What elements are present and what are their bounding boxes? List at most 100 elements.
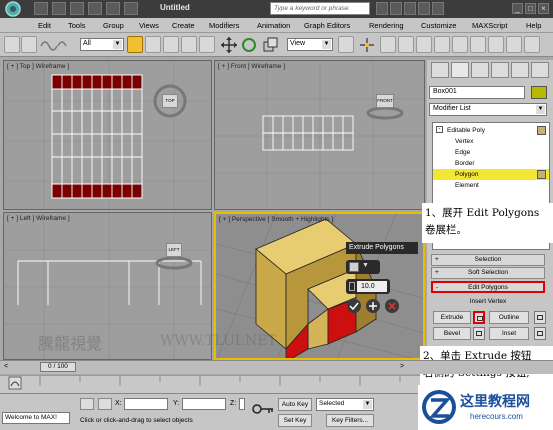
rotate-icon[interactable] (240, 36, 258, 54)
time-slider[interactable]: 0 / 100 (40, 362, 76, 372)
menu-group[interactable]: Group (103, 21, 124, 30)
viewcube-left[interactable]: LEFT (166, 243, 182, 257)
set-key-button[interactable]: Set Key (278, 414, 312, 427)
display-tab-icon[interactable] (511, 62, 529, 78)
collapse-icon[interactable]: - (436, 126, 443, 133)
angle-snap-icon[interactable] (416, 36, 432, 53)
viewport-top[interactable]: [ + ] Top ] Wireframe ] TOP (3, 60, 212, 210)
align-icon[interactable] (470, 36, 486, 53)
percent-snap-icon[interactable] (434, 36, 450, 53)
render-setup-icon[interactable] (506, 36, 522, 53)
arrow-left-icon[interactable]: < (4, 362, 34, 372)
object-color-swatch[interactable] (531, 86, 547, 99)
viewcube-top[interactable]: TOP (162, 94, 178, 108)
caddy-extrusion-type[interactable]: ▼ (346, 260, 380, 274)
selection-filter-dropdown[interactable]: All ▼ (80, 38, 124, 51)
create-tab-icon[interactable] (431, 62, 449, 78)
ok-icon[interactable] (347, 299, 361, 313)
help-search-input[interactable]: Type a keyword or phrase (270, 2, 370, 15)
search-icon[interactable] (376, 2, 388, 15)
menu-customize[interactable]: Customize (421, 21, 456, 30)
stack-element[interactable]: Element (433, 180, 549, 191)
region-select-icon[interactable] (163, 36, 179, 53)
favorites-icon[interactable] (418, 2, 430, 15)
redo-icon[interactable] (106, 2, 120, 15)
scale-icon[interactable] (262, 36, 280, 54)
window-crossing-icon[interactable] (181, 36, 197, 53)
stack-vertex[interactable]: Vertex (433, 136, 549, 147)
menu-graph-editors[interactable]: Graph Editors (304, 21, 350, 30)
pivot-center-icon[interactable] (338, 36, 354, 53)
reference-coordinate-dropdown[interactable]: View ▼ (287, 38, 333, 51)
extrude-settings-button[interactable] (473, 311, 485, 324)
project-folder-icon[interactable] (124, 2, 138, 15)
undo-icon[interactable] (88, 2, 102, 15)
render-icon[interactable] (524, 36, 540, 53)
utilities-tab-icon[interactable] (531, 62, 549, 78)
rollout-selection[interactable]: + Selection (431, 254, 545, 266)
stack-editable-poly[interactable]: Editable Poly (433, 125, 549, 136)
3dsmax-logo[interactable] (2, 1, 24, 17)
undo-icon[interactable] (4, 36, 20, 53)
menu-help[interactable]: Help (526, 21, 541, 30)
open-file-icon[interactable] (52, 2, 66, 15)
modifier-list-dropdown[interactable]: Modifier List ▼ (429, 103, 547, 116)
inset-settings-button[interactable] (534, 327, 546, 340)
menu-create[interactable]: Create (172, 21, 195, 30)
maximize-button[interactable]: □ (525, 3, 536, 14)
z-coordinate-field[interactable] (239, 398, 245, 410)
modify-tab-icon[interactable] (451, 62, 469, 78)
menu-edit[interactable]: Edit (38, 21, 51, 30)
move-icon[interactable] (220, 36, 238, 54)
subscription-icon[interactable] (390, 2, 402, 15)
key-icon[interactable] (252, 402, 274, 416)
chevron-down-icon[interactable]: ▼ (362, 262, 374, 272)
help-icon[interactable] (432, 2, 444, 15)
minimize-button[interactable]: _ (512, 3, 523, 14)
object-name-field[interactable]: Box001 (429, 86, 525, 99)
close-button[interactable]: × (538, 3, 549, 14)
inset-button[interactable]: Inset (489, 327, 529, 340)
hierarchy-tab-icon[interactable] (471, 62, 489, 78)
maxscript-listener[interactable]: Welcome to MAX! (2, 412, 70, 424)
viewport-label-top[interactable]: [ + ] Top ] Wireframe ] (7, 63, 69, 70)
mini-curve-editor-icon[interactable] (8, 376, 22, 390)
auto-key-button[interactable]: Auto Key (278, 398, 312, 411)
extrude-group-icon[interactable] (349, 262, 359, 272)
extrude-button[interactable]: Extrude (433, 311, 471, 324)
viewport-label-perspective[interactable]: [ + ] Perspective ] Smooth + Highlights … (219, 216, 333, 223)
menu-views[interactable]: Views (139, 21, 159, 30)
insert-vertex-button[interactable]: Insert Vertex (443, 296, 533, 309)
material-editor-icon[interactable] (488, 36, 504, 53)
bevel-button[interactable]: Bevel (433, 327, 471, 340)
rollout-edit-polygons[interactable]: - Edit Polygons (431, 281, 545, 293)
lock-selection-icon[interactable] (80, 398, 94, 410)
select-by-name-icon[interactable] (145, 36, 161, 53)
menu-tools[interactable]: Tools (68, 21, 86, 30)
new-file-icon[interactable] (34, 2, 48, 15)
x-coordinate-field[interactable] (124, 398, 168, 410)
select-object-icon[interactable] (127, 36, 143, 53)
snaps-toggle-icon[interactable] (398, 36, 414, 53)
link-unlink-icon[interactable] (38, 36, 74, 53)
absolute-mode-icon[interactable] (98, 398, 112, 410)
menu-modifiers[interactable]: Modifiers (209, 21, 239, 30)
viewcube-front[interactable]: FRONT (376, 94, 394, 108)
key-mode-dropdown[interactable]: Selected ▼ (316, 398, 374, 411)
mirror-icon[interactable] (452, 36, 468, 53)
arrow-right-icon[interactable]: > (400, 362, 414, 372)
outline-settings-button[interactable] (534, 311, 546, 324)
viewport-front[interactable]: [ + ] Front ] Wireframe ] FRONT (214, 60, 425, 210)
key-filters-button[interactable]: Key Filters... (326, 414, 374, 427)
stack-border[interactable]: Border (433, 158, 549, 169)
communication-center-icon[interactable] (404, 2, 416, 15)
save-file-icon[interactable] (70, 2, 84, 15)
menu-rendering[interactable]: Rendering (369, 21, 404, 30)
stack-edge[interactable]: Edge (433, 147, 549, 158)
outline-button[interactable]: Outline (489, 311, 529, 324)
keyboard-shortcut-icon[interactable] (380, 36, 396, 53)
rollout-soft-selection[interactable]: + Soft Selection (431, 267, 545, 279)
polygon-level-icon[interactable] (537, 170, 546, 179)
caddy-height-spinner[interactable]: 10.0 (346, 279, 390, 294)
menu-maxscript[interactable]: MAXScript (472, 21, 507, 30)
